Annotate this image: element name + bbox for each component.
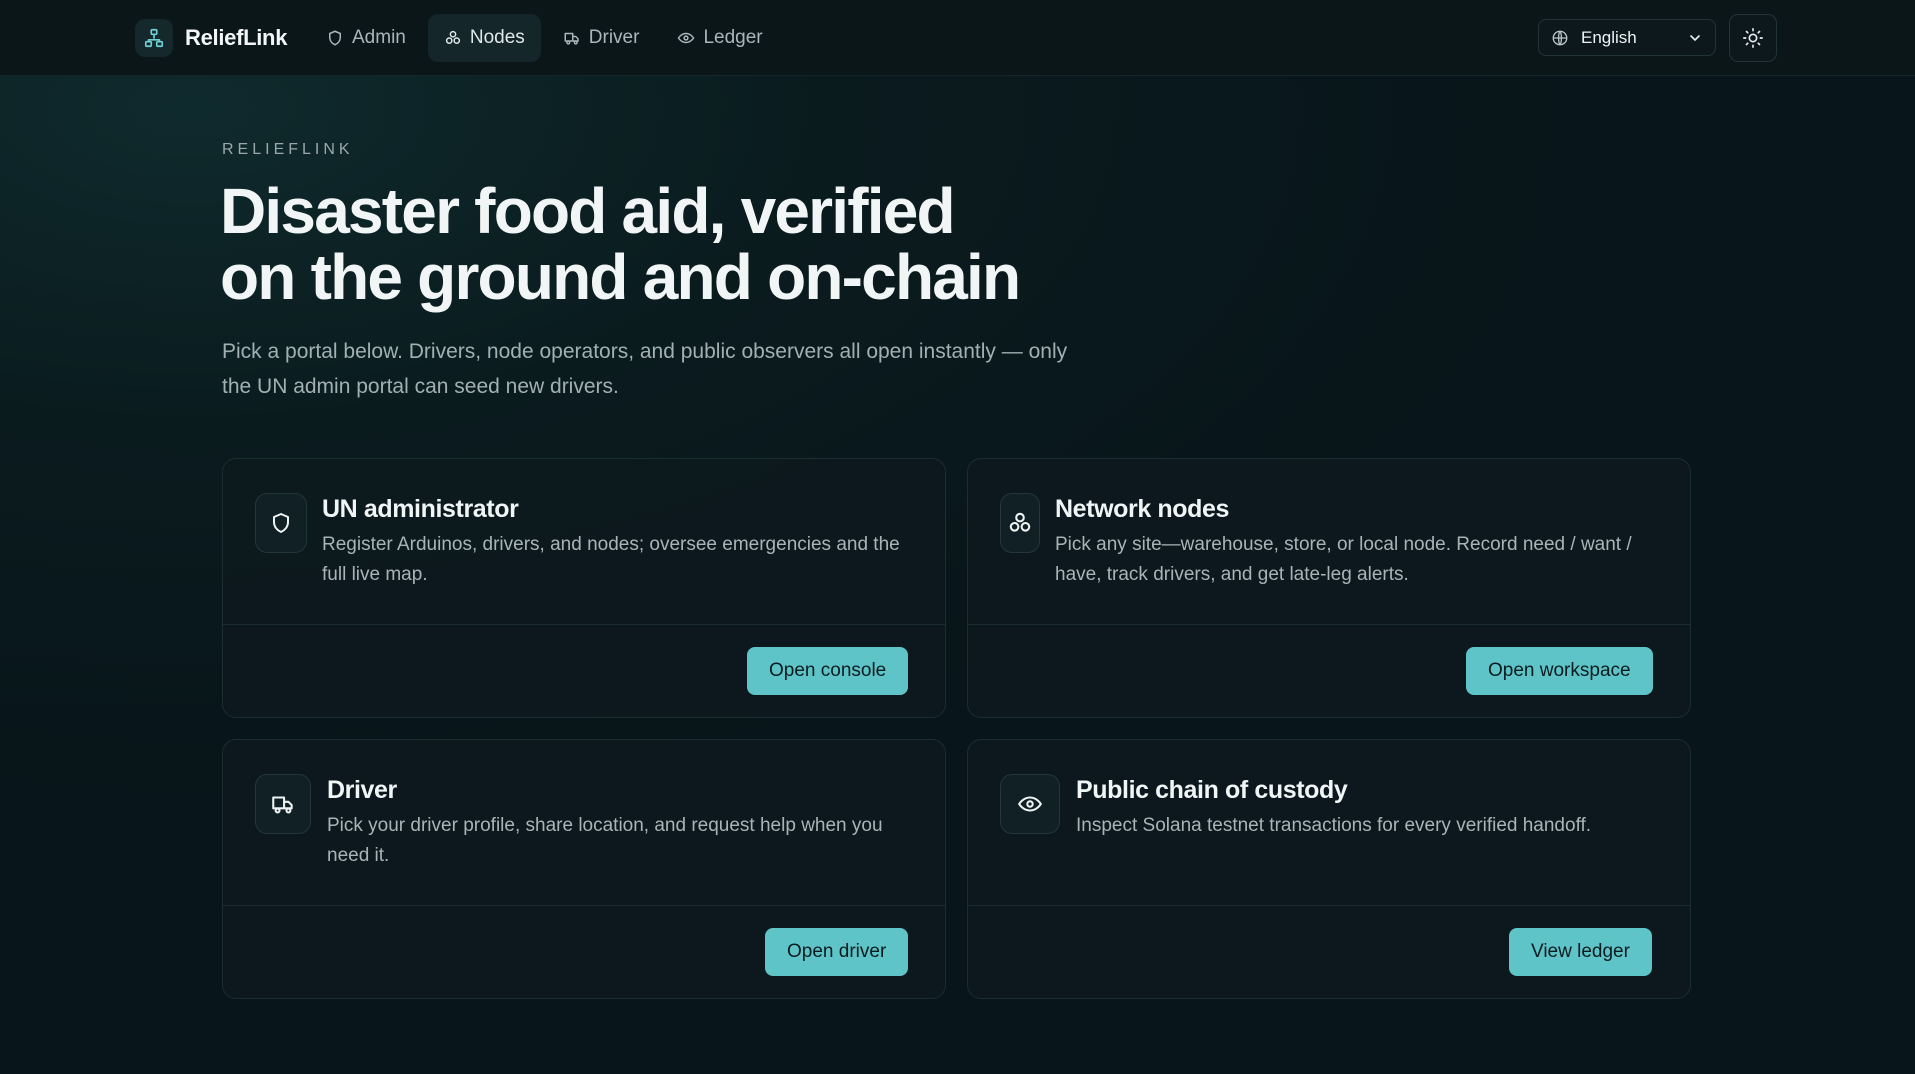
shield-icon xyxy=(329,30,341,46)
sun-icon xyxy=(1743,28,1763,48)
portal-card-admin: UN administrator Register Arduinos, driv… xyxy=(222,458,946,718)
card-title: Driver xyxy=(327,776,397,804)
card-divider xyxy=(968,905,1690,906)
card-description: Register Arduinos, drivers, and nodes; o… xyxy=(322,530,922,590)
nav-item-label: Driver xyxy=(588,27,640,48)
portal-card-driver: Driver Pick your driver profile, share l… xyxy=(222,739,946,999)
page-subtitle-line-1: Pick a portal below. Drivers, node opera… xyxy=(222,340,1068,363)
brand-name: ReliefLink xyxy=(185,25,288,50)
card-description-line-1: Pick your driver profile, share location… xyxy=(327,815,883,836)
top-navigation-bar: ReliefLink Admin Nodes Driver Ledger Eng… xyxy=(0,0,1915,76)
page-subtitle-line-2: the UN admin portal can seed new drivers… xyxy=(222,375,619,398)
eye-icon xyxy=(678,32,695,44)
card-title: Public chain of custody xyxy=(1076,776,1348,804)
nav-item-ledger[interactable]: Ledger xyxy=(661,14,778,62)
card-icon-box xyxy=(255,774,311,834)
truck-icon xyxy=(564,32,579,45)
card-icon-box xyxy=(1000,774,1060,834)
page-title-line-1: Disaster food aid, verified xyxy=(220,175,956,247)
nodes-icon xyxy=(445,30,460,44)
theme-toggle-button[interactable] xyxy=(1729,14,1777,62)
card-divider xyxy=(223,624,945,625)
nav-item-nodes[interactable]: Nodes xyxy=(427,14,541,62)
nav-item-label: Admin xyxy=(352,27,406,48)
page-subtitle: Pick a portal below. Drivers, node opera… xyxy=(222,334,1122,404)
language-selected-value: English xyxy=(1581,27,1637,47)
card-description-line-1: Pick any site—warehouse, store, or local… xyxy=(1055,534,1632,555)
card-description-line-2: have, track drivers, and get late-leg al… xyxy=(1055,564,1409,585)
nodes-icon xyxy=(1009,512,1031,532)
card-description: Inspect Solana testnet transactions for … xyxy=(1076,811,1676,841)
card-description-line-2: need it. xyxy=(327,845,390,866)
language-select[interactable]: English xyxy=(1538,19,1716,56)
shield-icon xyxy=(273,513,289,533)
nav-item-driver[interactable]: Driver xyxy=(547,14,656,62)
open-workspace-button[interactable]: Open workspace xyxy=(1466,647,1653,695)
truck-icon xyxy=(272,796,293,814)
eyebrow-label: RELIEFLINK xyxy=(222,141,354,158)
nav-item-label: Nodes xyxy=(469,27,525,48)
page-title-line-2: on the ground and on-chain xyxy=(220,241,1021,313)
card-description-line-1: Inspect Solana testnet transactions for … xyxy=(1076,815,1592,836)
card-description-line-2: full live map. xyxy=(322,564,428,585)
nav-item-label: Ledger xyxy=(703,27,763,48)
card-divider xyxy=(223,905,945,906)
nav-item-admin[interactable]: Admin xyxy=(310,14,422,62)
card-divider xyxy=(968,624,1690,625)
globe-icon xyxy=(1552,30,1568,45)
card-description: Pick your driver profile, share location… xyxy=(327,811,927,871)
card-icon-box xyxy=(255,493,307,553)
brand[interactable]: ReliefLink xyxy=(135,19,287,57)
page-title: Disaster food aid, verified on the groun… xyxy=(220,178,1220,310)
card-description: Pick any site—warehouse, store, or local… xyxy=(1055,530,1675,590)
eye-icon xyxy=(1017,796,1043,812)
card-icon-box xyxy=(1000,493,1040,553)
card-description-line-1: Register Arduinos, drivers, and nodes; o… xyxy=(322,534,900,555)
portal-card-ledger: Public chain of custody Inspect Solana t… xyxy=(967,739,1691,999)
card-title: Network nodes xyxy=(1055,495,1229,523)
view-ledger-button[interactable]: View ledger xyxy=(1509,928,1652,976)
chevron-down-icon xyxy=(1690,34,1700,41)
open-driver-button[interactable]: Open driver xyxy=(765,928,909,976)
network-logo-icon xyxy=(135,19,173,57)
open-console-button[interactable]: Open console xyxy=(747,647,909,695)
main-nav: Admin Nodes Driver Ledger xyxy=(310,14,779,62)
card-title: UN administrator xyxy=(322,495,519,523)
portal-card-nodes: Network nodes Pick any site—warehouse, s… xyxy=(967,458,1691,718)
